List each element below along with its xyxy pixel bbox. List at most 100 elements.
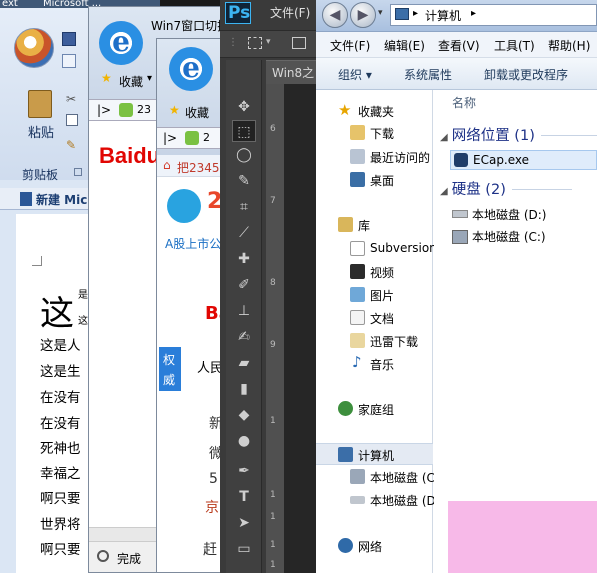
menu-file[interactable]: 文件(F) [330,37,370,54]
doc-line: 在没有 [40,416,81,432]
baidu-text: Baidu [99,143,161,168]
move-tool-icon[interactable]: ✥ [232,96,256,118]
collapse-triangle-icon[interactable]: ◢ [440,132,448,143]
nav-xunlei[interactable]: 迅雷下载 [316,330,433,352]
shape-tool-icon[interactable]: ▭ [232,538,256,560]
news-item[interactable]: 赶 [203,539,217,559]
healing-tool-icon[interactable]: ✚ [232,248,256,270]
brush-tool-icon[interactable]: ✐ [232,274,256,296]
marquee-option-icon[interactable] [248,37,262,49]
ie-back-favorites[interactable]: 收藏 [119,73,143,90]
copy-icon[interactable] [66,114,78,126]
nav-disk-d[interactable]: 本地磁盘 (D [316,489,436,511]
side-tab-text-1: 权 [163,353,176,367]
disk-item-d[interactable]: 本地磁盘 (D:) [452,206,546,223]
octopus-mascot-icon [167,189,201,223]
breadcrumb-separator-icon[interactable]: ▸ [471,8,476,19]
system-properties-button[interactable]: 系统属性 [404,66,452,83]
explorer-title-bar: ◀ ▶ ▾ ▸ 计算机 ▸ [316,0,597,32]
menu-view[interactable]: 查看(V) [438,37,480,54]
ie-front-home-link[interactable]: 把2345 [177,159,220,176]
nav-pictures[interactable]: 图片 [316,284,433,306]
eyedropper-tool-icon[interactable]: ⟋ [232,222,256,244]
stamp-tool-icon[interactable]: ⊥ [232,300,256,322]
address-bar[interactable]: ▸ 计算机 ▸ [390,4,597,26]
history-dropdown-icon[interactable]: ▾ [378,8,383,18]
nav-subversion[interactable]: Subversion [316,238,437,260]
collapse-triangle-icon[interactable]: ◢ [440,186,448,197]
ps-toolbar: ✥ ⬚ ◯ ✎ ⌗ ⟋ ✚ ✐ ⊥ ✍ ▰ ▮ ◆ ● ✒ T ➤ ▭ [226,60,262,573]
blur-tool-icon[interactable]: ◆ [232,404,256,426]
favorites-star-icon[interactable]: ★ [169,103,180,117]
word-doc-tab-label: 新建 Mic [36,193,88,207]
nav-video[interactable]: 视频 [316,261,433,283]
forward-button[interactable]: ▶ [350,2,376,28]
nav-documents[interactable]: 文档 [316,307,433,329]
recent-places-icon [350,149,365,164]
gradient-tool-icon[interactable]: ▮ [232,378,256,400]
back-button[interactable]: ◀ [322,2,348,28]
favorites-star-icon[interactable]: ★ [101,71,112,85]
save-icon[interactable] [62,32,76,46]
organize-button[interactable]: 组织 ▾ [338,66,372,83]
column-header-name[interactable]: 名称 [452,94,476,111]
ie-logo-icon: e [169,47,213,91]
dodge-tool-icon[interactable]: ● [232,430,256,452]
nav-disk-c[interactable]: 本地磁盘 (C [316,466,435,488]
ps-canvas[interactable] [284,84,316,573]
menu-tools[interactable]: 工具(T) [494,37,535,54]
nav-network[interactable]: 网络 [316,535,433,557]
nav-computer[interactable]: 计算机 [316,443,433,465]
arrow-icon[interactable]: |> [97,103,111,117]
disk-item-c[interactable]: 本地磁盘 (C:) [452,228,546,245]
new-selection-icon[interactable] [292,37,306,49]
history-brush-tool-icon[interactable]: ✍ [232,326,256,348]
ie-front-favorites[interactable]: 收藏 [185,104,209,121]
chevron-down-icon[interactable]: ▾ [266,37,271,47]
grip-icon: ⋮ [228,37,238,48]
nav-library[interactable]: 库 [316,214,433,236]
office-button-icon[interactable] [14,28,54,68]
type-tool-icon[interactable]: T [232,486,256,508]
lasso-tool-icon[interactable]: ◯ [232,144,256,166]
nav-music[interactable]: ♪ 音乐 [316,353,433,375]
nav-desktop[interactable]: 桌面 [316,169,433,191]
nav-recent[interactable]: 最近访问的 [316,146,433,168]
nav-downloads[interactable]: 下载 [316,122,433,144]
dialog-launcher-icon[interactable] [74,168,82,176]
path-select-tool-icon[interactable]: ➤ [232,512,256,534]
menu-edit[interactable]: 编辑(E) [384,37,425,54]
ps-doc-tab-label[interactable]: Win8之 [272,64,314,81]
address-text[interactable]: 计算机 [425,7,461,24]
quick-access-icon[interactable] [62,54,76,68]
file-item-ecap[interactable]: ECap.exe [450,150,597,170]
format-painter-icon[interactable]: ✎ [66,138,76,152]
ie-front-linkbar[interactable]: ⌂ 把2345 [157,155,223,177]
cut-icon[interactable]: ✂ [66,92,76,106]
downloads-folder-icon [350,125,365,140]
pen-tool-icon[interactable]: ✒ [232,460,256,482]
eraser-tool-icon[interactable]: ▰ [232,352,256,374]
ie-front-addrbar[interactable]: |> 2 [157,127,223,149]
group-hard-disks[interactable]: ◢ 硬盘 (2) [440,178,572,199]
nav-favorites[interactable]: ★ 收藏夹 [316,100,433,122]
group-network-locations[interactable]: ◢ 网络位置 (1) [440,124,597,145]
clipboard-paste-icon[interactable] [28,90,52,118]
marquee-tool-icon[interactable]: ⬚ [232,120,256,142]
paste-label[interactable]: 粘贴 [28,122,54,141]
uninstall-button[interactable]: 卸载或更改程序 [484,66,568,83]
ie-front-slogan: A股上市公 [165,237,222,251]
chevron-down-icon[interactable]: ▾ [147,73,152,84]
news-item[interactable]: 5 [209,471,218,487]
crop-tool-icon[interactable]: ⌗ [232,196,256,218]
quick-select-tool-icon[interactable]: ✎ [232,170,256,192]
breadcrumb-separator-icon[interactable]: ▸ [413,8,418,19]
arrow-icon[interactable]: |> [163,131,177,145]
news-item[interactable]: 京 [205,497,219,517]
pictures-icon [350,287,365,302]
ps-menu-file[interactable]: 文件(F) [270,4,310,21]
home-icon[interactable]: ⌂ [163,158,171,172]
nav-homegroup[interactable]: 家庭组 [316,398,433,420]
menu-help[interactable]: 帮助(H) [548,37,590,54]
home-2345-icon [119,103,133,117]
